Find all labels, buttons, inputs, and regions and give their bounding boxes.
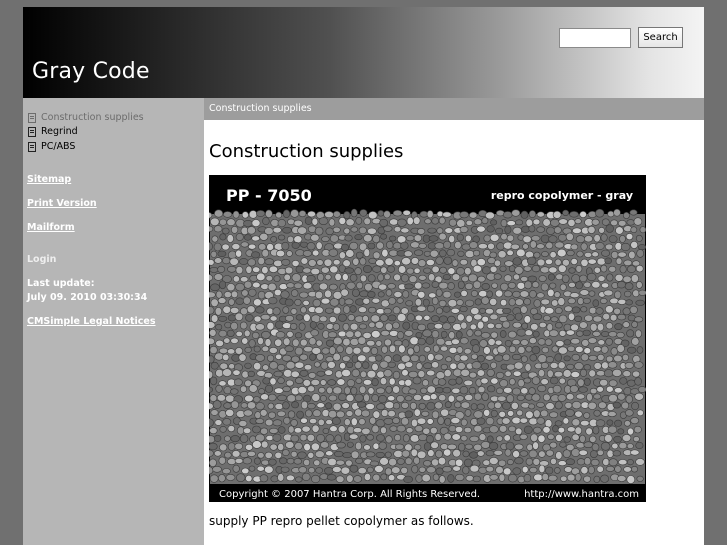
mailform-link[interactable]: Mailform bbox=[27, 222, 75, 233]
sitemap-link[interactable]: Sitemap bbox=[27, 174, 71, 185]
page: Gray Code Search Construction supplies R… bbox=[23, 7, 704, 545]
print-version-link[interactable]: Print Version bbox=[27, 198, 97, 209]
last-update-label: Last update: bbox=[27, 278, 95, 289]
product-code-text: PP - 7050 bbox=[226, 186, 312, 205]
legal-notices-link[interactable]: CMSimple Legal Notices bbox=[27, 316, 156, 327]
image-copyright-text: Copyright © 2007 Hantra Corp. All Rights… bbox=[219, 489, 480, 500]
sidebar-item-label: PC/ABS bbox=[41, 141, 76, 152]
document-icon bbox=[28, 112, 36, 123]
header-banner: Gray Code Search bbox=[23, 7, 704, 98]
product-description-text: repro copolymer - gray bbox=[491, 189, 633, 202]
sidebar-item-pc-abs[interactable]: PC/ABS bbox=[28, 141, 75, 152]
main-content: Construction supplies PP - 7050 repro co… bbox=[204, 120, 704, 545]
product-image: PP - 7050 repro copolymer - gray Copyrig… bbox=[209, 175, 646, 502]
sidebar-item-label: Regrind bbox=[41, 126, 78, 137]
body-paragraph: supply PP repro pellet copolymer as foll… bbox=[209, 514, 474, 528]
document-icon bbox=[28, 141, 36, 152]
sidebar-item-construction-supplies[interactable]: Construction supplies bbox=[28, 112, 144, 123]
login-label[interactable]: Login bbox=[27, 253, 56, 267]
breadcrumb-bar: Construction supplies bbox=[204, 98, 704, 120]
page-title: Construction supplies bbox=[209, 141, 404, 162]
search-input[interactable] bbox=[559, 28, 631, 48]
image-url-text: http://www.hantra.com bbox=[524, 489, 639, 500]
sidebar-item-label: Construction supplies bbox=[41, 112, 144, 123]
search-button[interactable]: Search bbox=[638, 27, 683, 48]
breadcrumb: Construction supplies bbox=[209, 103, 312, 114]
sidebar-item-regrind[interactable]: Regrind bbox=[28, 126, 78, 137]
document-icon bbox=[28, 126, 36, 137]
sidebar: Construction supplies Regrind PC/ABS Sit… bbox=[23, 98, 204, 545]
last-update-value: July 09. 2010 03:30:34 bbox=[27, 292, 148, 303]
site-title: Gray Code bbox=[32, 59, 150, 84]
